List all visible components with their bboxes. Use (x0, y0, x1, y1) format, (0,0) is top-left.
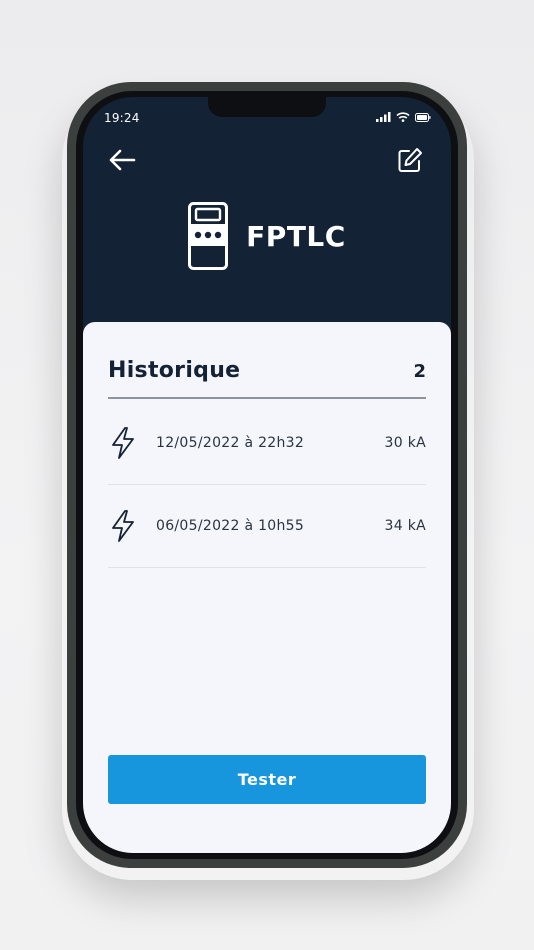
history-row[interactable]: 12/05/2022 à 22h32 30 kA (108, 402, 426, 485)
history-count: 2 (413, 361, 426, 382)
status-icons (376, 112, 431, 122)
status-time: 19:24 (104, 111, 140, 125)
device-header: FPTLC (83, 202, 451, 270)
phone-notch (208, 97, 326, 117)
app-screen: 19:24 FPTLC Historique 2 12/05/2022 à 22… (83, 97, 451, 853)
history-title: Historique (108, 358, 241, 383)
history-card: Historique 2 12/05/2022 à 22h32 30 kA 06… (83, 322, 451, 853)
meter-device-icon (188, 202, 229, 270)
history-date: 12/05/2022 à 22h32 (156, 435, 305, 451)
history-header: Historique 2 (108, 358, 426, 399)
edit-icon (398, 148, 422, 172)
signal-icon (376, 112, 391, 122)
history-value: 34 kA (384, 518, 426, 534)
history-date: 06/05/2022 à 10h55 (156, 518, 305, 534)
arrow-left-icon (109, 149, 136, 171)
back-button[interactable] (107, 145, 137, 175)
battery-icon (415, 112, 431, 122)
tester-button[interactable]: Tester (108, 755, 426, 804)
history-value: 30 kA (384, 435, 426, 451)
edit-button[interactable] (395, 145, 425, 175)
history-row[interactable]: 06/05/2022 à 10h55 34 kA (108, 485, 426, 568)
history-list: 12/05/2022 à 22h32 30 kA 06/05/2022 à 10… (108, 402, 426, 568)
wifi-icon (396, 112, 410, 122)
device-name: FPTLC (246, 219, 346, 253)
lightning-icon (112, 510, 134, 542)
lightning-icon (112, 427, 134, 459)
